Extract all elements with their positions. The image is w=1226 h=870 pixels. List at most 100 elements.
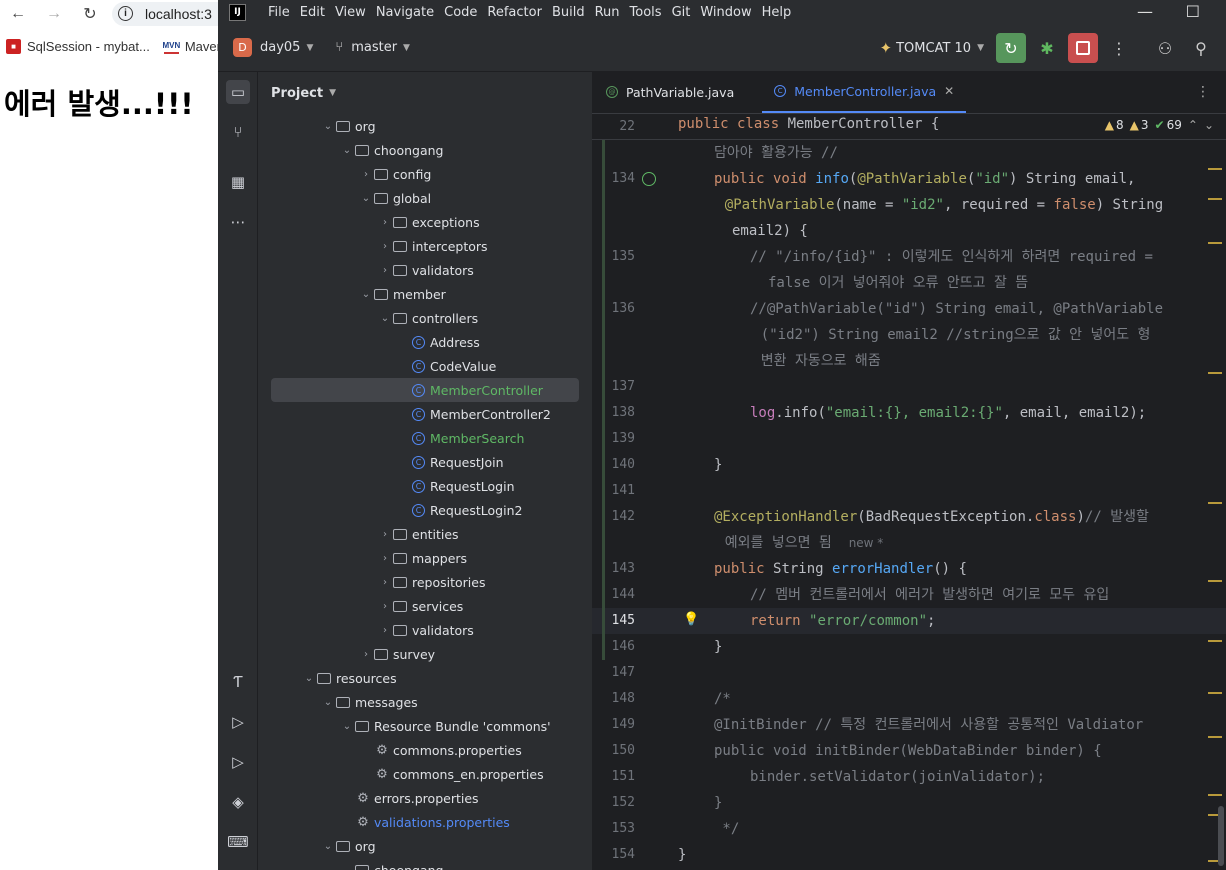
- code-line[interactable]: }: [714, 452, 1226, 478]
- bookmark-sqlsession[interactable]: ■ SqlSession - mybat...: [6, 38, 150, 54]
- code-line[interactable]: // "/info/{id}" : 이렇게도 인식하게 하려면 required…: [750, 244, 1226, 270]
- line-number[interactable]: 148: [592, 691, 635, 706]
- chevron-right-icon[interactable]: ›: [377, 577, 393, 588]
- line-number[interactable]: 139: [592, 431, 635, 446]
- chevron-up-icon[interactable]: ⌃: [1188, 118, 1198, 132]
- chevron-down-icon[interactable]: ▼: [403, 43, 410, 53]
- chevron-right-icon[interactable]: ›: [377, 601, 393, 612]
- tree-item[interactable]: C CodeValue: [258, 354, 592, 378]
- project-panel-header[interactable]: Project ▼: [258, 72, 592, 114]
- code-line[interactable]: @InitBinder // 특정 컨트롤러에서 사용할 공통적인 Valdia…: [714, 712, 1226, 738]
- tree-item[interactable]: › config: [258, 162, 592, 186]
- commit-icon[interactable]: ⑂: [226, 120, 250, 144]
- chevron-right-icon[interactable]: ›: [377, 265, 393, 276]
- line-number[interactable]: 134: [592, 171, 635, 186]
- line-number[interactable]: 152: [592, 795, 635, 810]
- tab-options-icon[interactable]: ⋮: [1196, 84, 1210, 100]
- tree-item[interactable]: › validators: [258, 258, 592, 282]
- line-number[interactable]: 149: [592, 717, 635, 732]
- line-number[interactable]: 147: [592, 665, 635, 680]
- chevron-down-icon[interactable]: ⌄: [339, 145, 355, 156]
- debug-icon[interactable]: ✱: [1032, 33, 1062, 63]
- chevron-down-icon[interactable]: ⌄: [358, 193, 374, 204]
- maximize-icon[interactable]: ☐: [1186, 2, 1200, 21]
- menu-navigate[interactable]: Navigate: [376, 5, 434, 20]
- tree-item[interactable]: ⌄ org: [258, 834, 592, 858]
- tree-item[interactable]: › services: [258, 594, 592, 618]
- address-bar[interactable]: i localhost:3: [112, 1, 218, 26]
- line-number[interactable]: 136: [592, 301, 635, 316]
- code-line[interactable]: log.info("email:{}, email2:{}", email, e…: [750, 400, 1226, 426]
- search-icon[interactable]: ⚲: [1186, 33, 1216, 63]
- code-line[interactable]: public void initBinder(WebDataBinder bin…: [714, 738, 1226, 764]
- menu-tools[interactable]: Tools: [630, 5, 662, 20]
- tab-pathvariable[interactable]: @ PathVariable.java: [594, 71, 746, 113]
- code-line[interactable]: false 이거 넣어줘야 오류 안뜨고 잘 뜸: [768, 270, 1226, 296]
- tree-item[interactable]: ⌄ global: [258, 186, 592, 210]
- tree-item[interactable]: ⌄ member: [258, 282, 592, 306]
- tree-item[interactable]: C RequestLogin2: [258, 498, 592, 522]
- menu-code[interactable]: Code: [444, 5, 477, 20]
- chevron-right-icon[interactable]: ›: [377, 625, 393, 636]
- chevron-down-icon[interactable]: ⌄: [320, 841, 336, 852]
- menu-file[interactable]: File: [268, 5, 290, 20]
- code-line[interactable]: email2) {: [732, 218, 1226, 244]
- code-line[interactable]: */: [714, 816, 1226, 842]
- code-line[interactable]: return "error/common";: [750, 608, 1226, 634]
- layers-icon[interactable]: ◈: [226, 790, 250, 814]
- intellij-logo-icon[interactable]: IJ: [229, 3, 246, 21]
- code-line[interactable]: ("id2") String email2 //string으로 값 안 넣어도…: [761, 322, 1226, 348]
- run-config[interactable]: TOMCAT 10: [896, 41, 971, 56]
- project-name[interactable]: day05: [260, 40, 300, 55]
- line-number[interactable]: 143: [592, 561, 635, 576]
- menu-refactor[interactable]: Refactor: [487, 5, 542, 20]
- menu-edit[interactable]: Edit: [300, 5, 325, 20]
- chevron-down-icon[interactable]: ⌄: [377, 313, 393, 324]
- stop-button[interactable]: [1068, 33, 1098, 63]
- forward-icon[interactable]: →: [36, 5, 72, 23]
- tree-item[interactable]: ⌄ choongang: [258, 138, 592, 162]
- code-line[interactable]: //@PathVariable("id") String email, @Pat…: [750, 296, 1226, 322]
- line-number[interactable]: 144: [592, 587, 635, 602]
- run-icon[interactable]: ▷: [226, 750, 250, 774]
- project-folder-icon[interactable]: ▭: [226, 80, 250, 104]
- reload-icon[interactable]: ↻: [72, 4, 108, 24]
- chevron-right-icon[interactable]: ›: [358, 649, 374, 660]
- menu-build[interactable]: Build: [552, 5, 585, 20]
- tree-item[interactable]: ⌄ messages: [258, 690, 592, 714]
- more-actions-icon[interactable]: ⋮: [1104, 33, 1134, 63]
- chevron-down-icon[interactable]: ▼: [306, 43, 313, 53]
- project-badge[interactable]: D: [233, 38, 252, 57]
- chevron-down-icon[interactable]: ▼: [329, 88, 336, 98]
- tree-item[interactable]: C RequestLogin: [258, 474, 592, 498]
- tree-item[interactable]: › interceptors: [258, 234, 592, 258]
- rerun-icon[interactable]: ↻: [996, 33, 1026, 63]
- tree-item[interactable]: C RequestJoin: [258, 450, 592, 474]
- chevron-down-icon[interactable]: ▼: [977, 43, 984, 53]
- tree-item[interactable]: C MemberController2: [258, 402, 592, 426]
- line-number[interactable]: 142: [592, 509, 635, 524]
- chevron-down-icon[interactable]: ⌄: [358, 289, 374, 300]
- code-line[interactable]: @ExceptionHandler(BadRequestException.cl…: [714, 504, 1226, 530]
- maven-icon[interactable]: Ƭ: [226, 670, 250, 694]
- chevron-right-icon[interactable]: ›: [377, 241, 393, 252]
- chevron-down-icon[interactable]: ⌄: [339, 721, 355, 732]
- tree-item[interactable]: ⌄ Resource Bundle 'commons': [258, 714, 592, 738]
- line-number[interactable]: 153: [592, 821, 635, 836]
- tree-item[interactable]: › survey: [258, 642, 592, 666]
- code-line[interactable]: @PathVariable(name = "id2", required = f…: [725, 192, 1226, 218]
- minimize-icon[interactable]: —: [1137, 2, 1153, 21]
- menu-run[interactable]: Run: [595, 5, 620, 20]
- sticky-scroll-line[interactable]: 22 public class MemberController { ▲ 8 ▲ 3…: [592, 114, 1226, 140]
- services-icon[interactable]: ▷: [226, 710, 250, 734]
- branch-name[interactable]: master: [351, 40, 397, 55]
- code-line[interactable]: 예외를 넣으면 됨 new *: [725, 530, 1226, 556]
- chevron-down-icon[interactable]: ⌄: [301, 673, 317, 684]
- code-editor[interactable]: 22 public class MemberController { ▲ 8 ▲ 3…: [592, 114, 1226, 870]
- code-line[interactable]: public String errorHandler() {: [714, 556, 1226, 582]
- tree-item[interactable]: ⚙ commons.properties: [258, 738, 592, 762]
- line-number[interactable]: 141: [592, 483, 635, 498]
- chevron-right-icon[interactable]: ›: [377, 529, 393, 540]
- chevron-right-icon[interactable]: ›: [358, 169, 374, 180]
- tree-item[interactable]: ⚙ validations.properties: [258, 810, 592, 834]
